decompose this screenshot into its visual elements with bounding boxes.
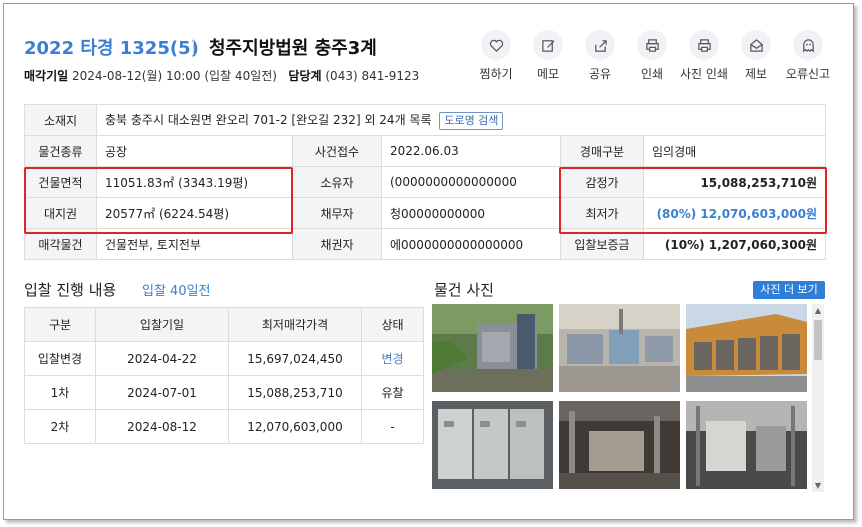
cell-category: 입찰변경: [24, 341, 96, 376]
memo-label: 메모: [536, 67, 560, 81]
more-photos-button[interactable]: 사진 더 보기: [753, 281, 825, 299]
col-category: 구분: [24, 307, 96, 342]
scroll-down-arrow-icon[interactable]: ▼: [812, 481, 824, 490]
bids-title: 입찰 진행 내용: [24, 281, 117, 299]
cell-bid-date: 2024-07-01: [95, 375, 229, 410]
property-photo[interactable]: [559, 401, 680, 489]
location-label: 소재지: [24, 104, 97, 136]
photo-print-button[interactable]: 사진 인쇄: [677, 30, 731, 82]
highlight-area-box: [24, 167, 293, 234]
print-icon: [645, 38, 659, 52]
photo-print-label: 사진 인쇄: [680, 67, 728, 81]
col-min-price: 최저매각가격: [228, 307, 362, 342]
cell-min-price: 15,088,253,710: [228, 375, 362, 410]
received-value: 2022.06.03: [381, 135, 561, 167]
report-icon: [749, 38, 763, 52]
cell-bid-date: 2024-08-12: [95, 409, 229, 444]
gallery-scrollbar[interactable]: ▲ ▼: [812, 304, 824, 492]
memo-icon: [541, 39, 555, 52]
property-photo[interactable]: [432, 401, 553, 489]
auction-type-value: 임의경매: [643, 135, 826, 167]
report-label: 제보: [744, 67, 768, 81]
share-button[interactable]: 공유: [573, 30, 627, 82]
debtor-label: 채무자: [292, 197, 382, 229]
print-button[interactable]: 인쇄: [625, 30, 679, 82]
favorite-button[interactable]: 찜하기: [469, 30, 523, 82]
title-divider: [193, 38, 194, 55]
sale-date-label: 매각기일: [24, 69, 69, 83]
creditor-value: 에0000000000000000: [381, 228, 561, 260]
favorite-label: 찜하기: [479, 67, 513, 81]
cell-status: 유찰: [361, 375, 424, 410]
property-photo[interactable]: [686, 304, 807, 392]
heart-icon: [489, 39, 503, 52]
table-row: 1차 2024-07-01 15,088,253,710 유찰: [24, 375, 424, 410]
highlight-price-box: [559, 167, 827, 234]
col-bid-date: 입찰기일: [95, 307, 229, 342]
photo-print-icon: [697, 38, 711, 52]
location-cell: 충북 충주시 대소원면 완오리 701-2 [완오길 232] 외 24개 목록…: [96, 104, 826, 136]
info-row: 소재지 충북 충주시 대소원면 완오리 701-2 [완오길 232] 외 24…: [24, 104, 826, 136]
court-name: 청주지방법원 충주3계: [209, 38, 377, 59]
table-row: 2차 2024-08-12 12,070,603,000 -: [24, 409, 424, 444]
cell-min-price: 12,070,603,000: [228, 409, 362, 444]
type-label: 물건종류: [24, 135, 97, 167]
property-photo[interactable]: [432, 304, 553, 392]
cell-status-link[interactable]: 변경: [361, 341, 424, 376]
creditor-label: 채권자: [292, 228, 382, 260]
col-status: 상태: [361, 307, 424, 342]
auction-type-label: 경매구분: [560, 135, 644, 167]
type-value: 공장: [96, 135, 293, 167]
officer-label: 담당계: [288, 69, 322, 83]
error-report-label: 오류신고: [785, 67, 831, 81]
case-number: 2022 타경 1325(5): [24, 38, 199, 59]
road-search-button[interactable]: 도로명 검색: [439, 111, 504, 130]
share-label: 공유: [588, 67, 612, 81]
error-report-icon: [802, 38, 814, 52]
cell-min-price: 15,697,024,450: [228, 341, 362, 376]
officer-phone: (043) 841-9123: [325, 69, 420, 83]
scroll-up-arrow-icon[interactable]: ▲: [812, 306, 824, 315]
photos-title: 물건 사진: [434, 281, 494, 299]
info-row: 물건종류 공장 사건접수 2022.06.03 경매구분 임의경매: [24, 135, 826, 167]
owner-label: 소유자: [292, 166, 382, 198]
scroll-thumb[interactable]: [814, 320, 822, 360]
sale-date: 2024-08-12(월) 10:00 (입찰 40일전): [72, 69, 277, 83]
sale-meta: 매각기일 2024-08-12(월) 10:00 (입찰 40일전) 담당계 (…: [24, 67, 419, 84]
owner-value: (0000000000000000: [381, 166, 561, 198]
bid-history-table: 구분 입찰기일 최저매각가격 상태 입찰변경 2024-04-22 15,697…: [24, 307, 424, 444]
table-row: 입찰변경 2024-04-22 15,697,024,450 변경: [24, 341, 424, 376]
bid-header-row: 구분 입찰기일 최저매각가격 상태: [24, 307, 424, 342]
cell-status: -: [361, 409, 424, 444]
property-photo[interactable]: [559, 304, 680, 392]
action-bar: 찜하기 메모 공유 인쇄 사진 인쇄 제보 오류신고: [472, 30, 842, 84]
debtor-value: 청00000000000: [381, 197, 561, 229]
bids-subtitle: 입찰 40일전: [142, 284, 211, 299]
cell-bid-date: 2024-04-22: [95, 341, 229, 376]
print-label: 인쇄: [640, 67, 664, 81]
location-value: 충북 충주시 대소원면 완오리 701-2 [완오길 232] 외 24개 목록: [105, 112, 432, 127]
photo-gallery: [432, 304, 812, 492]
property-photo[interactable]: [686, 401, 807, 489]
share-icon: [594, 39, 607, 52]
report-button[interactable]: 제보: [729, 30, 783, 82]
memo-button[interactable]: 메모: [521, 30, 575, 82]
received-label: 사건접수: [292, 135, 382, 167]
error-report-button[interactable]: 오류신고: [781, 30, 835, 82]
cell-category: 2차: [24, 409, 96, 444]
cell-category: 1차: [24, 375, 96, 410]
